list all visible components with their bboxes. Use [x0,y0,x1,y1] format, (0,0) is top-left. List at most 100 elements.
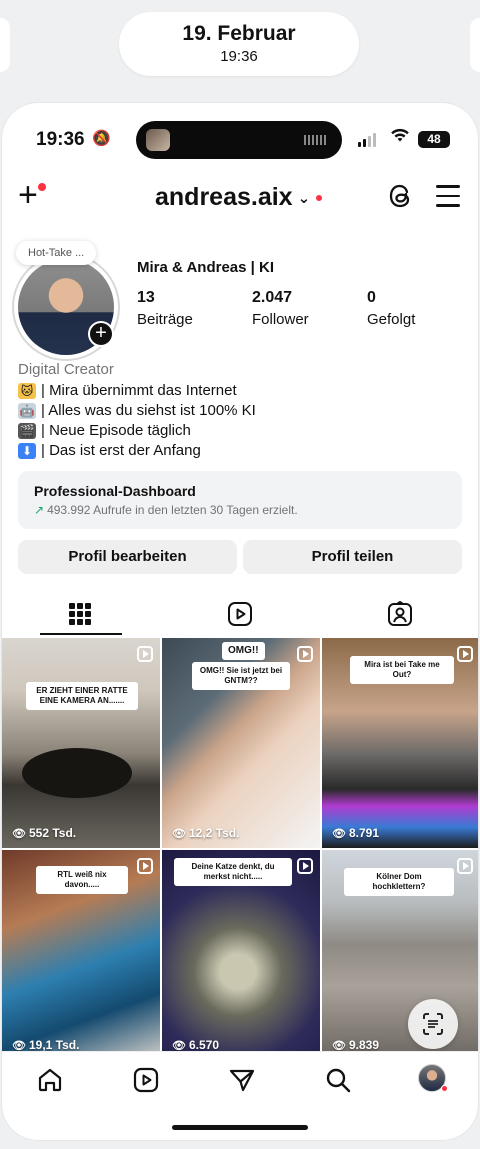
profile-tabs [2,593,478,635]
stat-followers[interactable]: 2.047 Follower [252,289,309,328]
eye-icon: 👁 [12,828,26,840]
wifi-icon [390,127,410,148]
left-notification-peek [0,18,10,72]
view-count-value: 8.791 [348,826,379,840]
reel-icon [137,858,153,874]
post-tile[interactable]: Mira ist bei Take me Out? 👁 8.791 [322,638,478,848]
reel-icon [297,646,313,662]
view-count: 👁 9.839 [332,1038,379,1052]
reel-icon [457,646,473,662]
view-count-value: 12,2 Tsd. [188,826,240,840]
post-caption: Deine Katze denkt, du merkst nicht..... [174,858,292,886]
bio-line: | Das ist erst der Anfang [41,442,201,459]
stat-following[interactable]: 0 Gefolgt [367,289,415,328]
notification-dot [316,194,323,201]
tagged-icon [388,601,412,626]
reel-icon [297,858,313,874]
audio-wave-icon [304,135,326,145]
edit-profile-button[interactable]: Profil bearbeiten [18,540,237,574]
reels-nav-icon[interactable] [132,1066,160,1094]
cat-emoji-icon: 🐱 [18,383,36,399]
tab-grid[interactable] [10,593,150,635]
view-count-value: 6.570 [188,1038,219,1052]
trend-arrow-icon: ↗ [34,503,45,517]
stat-label: Gefolgt [367,311,416,328]
display-name: Mira & Andreas | KI [137,259,275,276]
stat-label: Beiträge [137,311,193,328]
view-count: 👁 6.570 [172,1038,219,1052]
clapper-emoji-icon: 🎬 [18,423,36,439]
eye-icon: 👁 [332,828,346,840]
view-count: 👁 12,2 Tsd. [172,826,239,840]
professional-dashboard[interactable]: Professional-Dashboard ↗ 493.992 Aufrufe … [18,471,462,529]
view-count: 👁 19,1 Tsd. [12,1038,79,1052]
bio: 🐱 | Mira übernimmt das Internet 🤖 | Alles … [18,381,256,461]
date-pill: 19. Februar 19:36 [119,12,359,76]
reels-icon [228,602,252,626]
bio-line: | Mira übernimmt das Internet [41,382,237,399]
dashboard-title: Professional-Dashboard [34,483,196,499]
status-bar: 19:36 🔕 48 [2,121,478,161]
post-tile[interactable]: ER ZIEHT EINER RATTE EINE KAMERA AN.....… [2,638,160,848]
direct-messages-icon[interactable] [228,1066,256,1094]
notification-dot [441,1085,448,1092]
profile-header: + andreas.aix ⌄ [2,173,478,221]
chevron-down-icon: ⌄ [297,189,311,207]
post-tile[interactable]: Deine Katze denkt, du merkst nicht..... … [162,850,320,1060]
profile-nav-avatar[interactable] [418,1064,448,1092]
text-scan-icon[interactable] [408,999,458,1049]
date-label: 19. Februar [182,22,296,45]
dashboard-subtitle: 493.992 Aufrufe in den letzten 30 Tagen … [47,503,298,517]
profile-category: Digital Creator [18,361,114,378]
create-plus-icon[interactable]: + [18,178,48,212]
down-arrow-emoji-icon: ⬇ [18,443,36,459]
post-tile[interactable]: OMG!! OMG!! Sie ist jetzt bei GNTM?? 👁 12… [162,638,320,848]
tab-reels[interactable] [170,593,310,635]
view-count-value: 19,1 Tsd. [28,1038,80,1052]
view-count-value: 552 Tsd. [28,826,77,840]
robot-emoji-icon: 🤖 [18,403,36,419]
now-playing-thumbnail [146,129,170,151]
tab-tagged[interactable] [330,593,470,635]
username: andreas.aix [155,183,293,211]
home-indicator[interactable] [172,1125,308,1130]
silent-bell-icon: 🔕 [92,130,111,147]
phone-screen: 19:36 🔕 48 + andreas.aix ⌄ Hot-Take ... … [2,103,478,1140]
search-icon[interactable] [324,1066,352,1094]
bio-line: | Alles was du siehst ist 100% KI [41,402,256,419]
cellular-signal-icon [358,133,376,147]
home-icon[interactable] [36,1066,64,1094]
status-time: 19:36 [36,129,85,150]
time-label: 19:36 [220,48,258,65]
account-switcher[interactable]: andreas.aix ⌄ [155,183,323,212]
stat-value: 2.047 [252,289,293,306]
post-caption: RTL weiß nix davon..... [36,866,128,894]
dynamic-island[interactable] [136,121,342,159]
post-tile[interactable]: RTL weiß nix davon..... 👁 19,1 Tsd. [2,850,160,1060]
view-count: 👁 552 Tsd. [12,826,76,840]
threads-icon[interactable] [387,181,415,211]
reel-icon [137,646,153,662]
eye-icon: 👁 [172,828,186,840]
post-caption: Kölner Dom hochklettern? [344,868,454,896]
reel-icon [457,858,473,874]
add-story-button[interactable]: + [88,321,114,347]
stat-posts[interactable]: 13 Beiträge [137,289,193,328]
post-caption: OMG!! Sie ist jetzt bei GNTM?? [192,662,290,690]
stat-label: Follower [252,311,309,328]
post-caption: ER ZIEHT EINER RATTE EINE KAMERA AN.....… [26,682,138,710]
menu-icon[interactable] [436,185,460,207]
stat-value: 13 [137,289,155,306]
post-caption-top: OMG!! [222,642,265,660]
view-count-value: 9.839 [348,1038,379,1052]
view-count: 👁 8.791 [332,826,379,840]
battery-icon: 48 [418,131,450,148]
right-notification-peek [470,18,480,72]
manhole-image [22,748,132,798]
bio-line: | Neue Episode täglich [41,422,191,439]
notification-dot [38,183,46,191]
grid-icon [69,603,91,625]
note-bubble[interactable]: Hot-Take ... [16,241,97,265]
post-caption: Mira ist bei Take me Out? [350,656,454,684]
share-profile-button[interactable]: Profil teilen [243,540,462,574]
